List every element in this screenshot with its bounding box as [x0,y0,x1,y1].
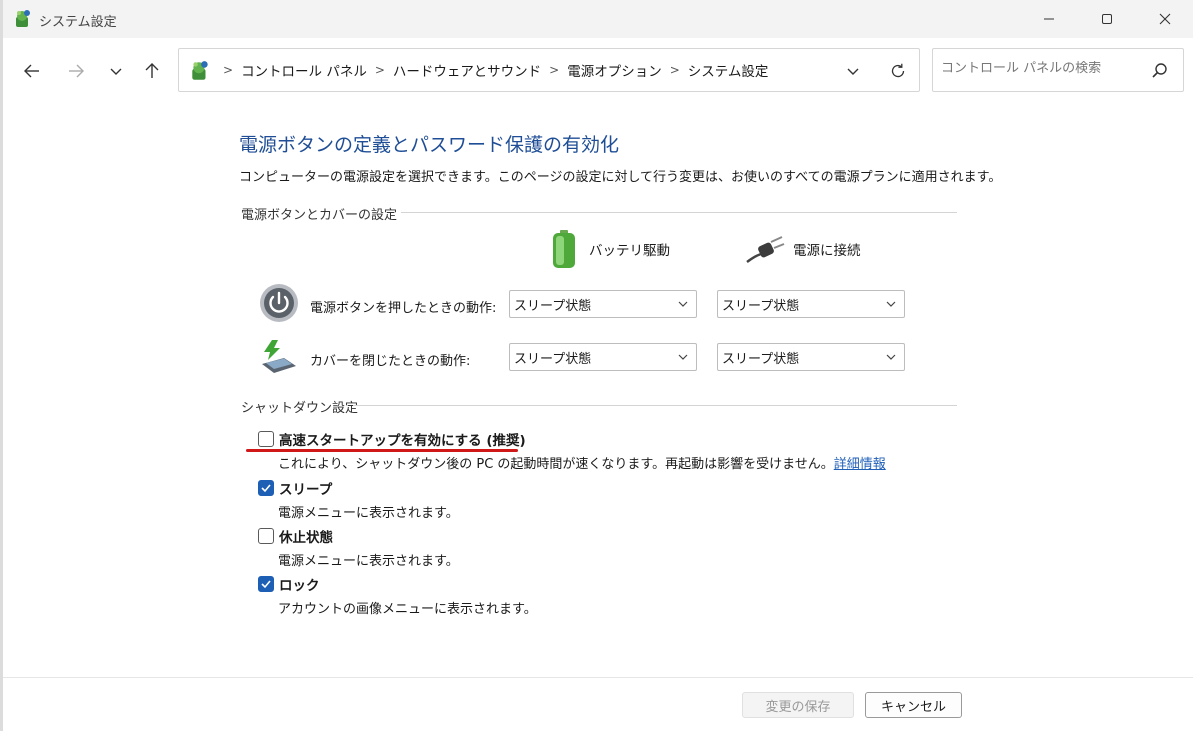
back-button[interactable] [17,56,47,86]
save-changes-button[interactable]: 変更の保存 [742,692,854,718]
power-button-action-label: 電源ボタンを押したときの動作: [310,301,497,316]
page-title: 電源ボタンの定義とパスワード保護の有効化 [239,134,620,156]
breadcrumb-item[interactable]: システム設定 [688,60,769,80]
window-title: システム設定 [39,15,117,30]
address-bar[interactable]: > コントロール パネル > ハードウェアとサウンド > 電源オプション > シ… [178,48,920,92]
sleep-checkbox[interactable] [258,480,274,496]
minimize-button[interactable] [1020,0,1078,38]
power-plug-icon [746,236,785,264]
chevron-down-icon [886,354,896,360]
up-button[interactable] [137,56,167,86]
select-value: スリープ状態 [722,351,800,367]
plugged-column-header: 電源に接続 [745,228,861,270]
close-button[interactable] [1136,0,1193,38]
chevron-right-icon[interactable]: > [375,63,385,77]
fast-startup-checkbox[interactable] [258,431,274,447]
lid-close-action-label: カバーを閉じたときの動作: [310,354,471,369]
lock-label[interactable]: ロック [279,574,320,594]
select-value: スリープ状態 [514,351,592,367]
power-button-plugged-select[interactable]: スリープ状態 [717,290,905,318]
lid-close-plugged-select[interactable]: スリープ状態 [717,343,905,371]
arrow-right-icon [69,64,84,78]
breadcrumb-item[interactable]: 電源オプション [567,60,662,80]
breadcrumb: > コントロール パネル > ハードウェアとサウンド > 電源オプション > シ… [215,49,768,91]
fast-startup-label[interactable]: 高速スタートアップを有効にする (推奨) [279,429,526,449]
chevron-down-icon [678,354,688,360]
battery-column-label: バッテリ駆動 [589,243,670,259]
checkmark-icon [261,484,271,493]
select-value: スリープ状態 [722,298,800,314]
power-button-battery-select[interactable]: スリープ状態 [509,290,697,318]
chevron-down-icon [110,68,122,75]
chevron-right-icon: > [223,63,234,77]
shutdown-section-heading: シャットダウン設定 [241,401,359,416]
dialog-footer: 変更の保存 キャンセル [3,677,1193,731]
battery-icon [553,230,575,268]
control-panel-window: システム設定 > コントロール パネル > ハードウェアとサウンド > 電源オプ… [0,0,1193,731]
close-icon [1159,13,1171,25]
lid-close-battery-select[interactable]: スリープ状態 [509,343,697,371]
plugged-column-label: 電源に接続 [793,243,861,259]
more-info-link[interactable]: 詳細情報 [834,457,886,472]
cancel-button[interactable]: キャンセル [865,692,962,718]
refresh-icon [891,63,905,78]
annotation-underline [246,449,518,452]
fast-startup-description: これにより、シャットダウン後の PC の起動時間が速くなります。再起動は影響を受… [278,457,886,472]
sleep-label[interactable]: スリープ [279,478,332,498]
control-panel-icon [16,10,30,27]
hibernate-checkbox[interactable] [258,528,274,544]
checkmark-icon [261,580,271,589]
section-divider [401,212,957,213]
recent-locations-button[interactable] [101,56,131,86]
laptop-lid-icon [262,340,296,373]
chevron-down-icon [847,68,859,75]
power-section-heading: 電源ボタンとカバーの設定 [241,208,398,223]
search-icon[interactable] [1151,62,1169,80]
power-button-icon [260,284,298,322]
minimize-icon [1044,18,1054,20]
hibernate-label[interactable]: 休止状態 [279,526,333,546]
search-input[interactable] [941,61,1141,76]
refresh-button[interactable] [886,59,910,83]
forward-button[interactable] [61,56,91,86]
breadcrumb-item[interactable]: コントロール パネル [241,60,367,80]
navigation-toolbar: > コントロール パネル > ハードウェアとサウンド > 電源オプション > シ… [3,38,1193,102]
page-description: コンピューターの電源設定を選択できます。このページの設定に対して行う変更は、お使… [239,170,1002,185]
chevron-down-icon [886,301,896,307]
address-history-button[interactable] [842,61,864,81]
section-divider [353,405,957,406]
chevron-down-icon [678,301,688,307]
battery-column-header: バッテリ駆動 [549,228,670,270]
search-box [932,48,1184,92]
control-panel-icon [192,61,208,80]
arrow-up-icon [145,63,159,78]
maximize-icon [1102,14,1112,24]
arrow-left-icon [24,64,39,78]
lock-checkbox[interactable] [258,576,274,592]
select-value: スリープ状態 [514,298,592,314]
sleep-description: 電源メニューに表示されます。 [278,506,459,521]
breadcrumb-item[interactable]: ハードウェアとサウンド [393,60,541,80]
maximize-button[interactable] [1078,0,1136,38]
hibernate-description: 電源メニューに表示されます。 [278,554,459,569]
chevron-right-icon[interactable]: > [549,63,559,77]
lock-description: アカウントの画像メニューに表示されます。 [278,602,537,617]
chevron-right-icon[interactable]: > [670,63,680,77]
title-bar: システム設定 [3,0,1193,38]
main-content: 電源ボタンの定義とパスワード保護の有効化 コンピューターの電源設定を選択できます… [3,102,1193,677]
